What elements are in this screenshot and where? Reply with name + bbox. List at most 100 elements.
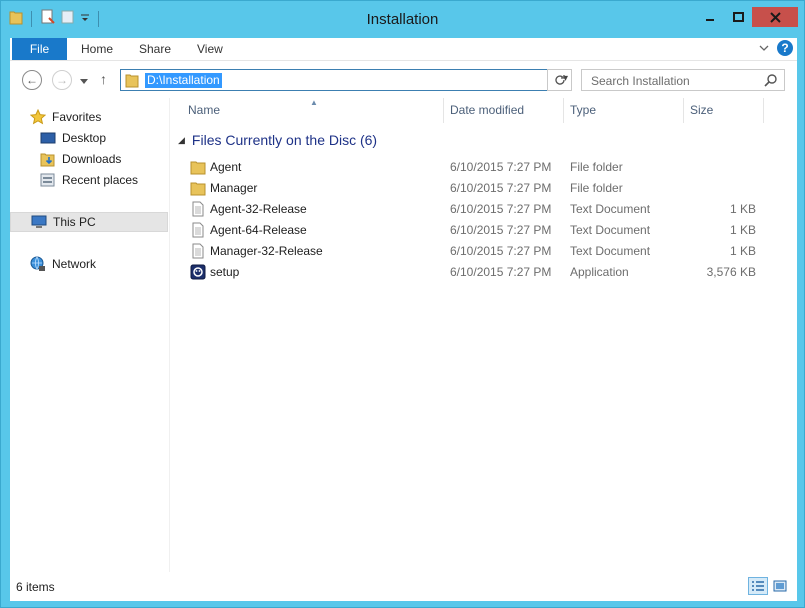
window-title: Installation [366,11,439,28]
file-date: 6/10/2015 7:27 PM [450,181,552,195]
file-type: Text Document [570,202,651,216]
file-size: 1 KB [729,223,756,237]
ribbon-right-controls: ? [759,40,793,56]
sidebar-item-network[interactable]: Network [10,254,168,274]
group-label: Files Currently on the Disc (6) [191,132,378,148]
details-view-icon [752,581,764,591]
status-bar: 6 items [10,572,797,601]
file-name: Manager-32-Release [210,244,323,258]
text-document-icon [190,201,206,217]
file-date: 6/10/2015 7:27 PM [450,223,552,237]
sidebar-item-this-pc[interactable]: This PC [10,212,168,232]
file-name: Manager [210,181,258,195]
text-document-icon [190,222,206,238]
large-icons-view-icon [773,580,787,592]
close-icon [769,11,781,23]
maximize-icon [732,12,744,22]
tab-view[interactable]: View [184,38,236,60]
item-count: 6 items [16,580,55,594]
downloads-icon [40,151,56,167]
forward-arrow-icon: → [56,73,68,87]
recent-places-icon [40,172,56,188]
search-icon[interactable] [764,73,778,90]
sidebar-item-label: Downloads [62,152,122,166]
file-size: 3,576 KB [706,265,756,279]
address-bar[interactable]: D:\Installation ▾ [120,69,572,91]
tab-share[interactable]: Share [126,38,184,60]
file-name: Agent-32-Release [210,202,307,216]
star-icon [30,109,46,125]
sidebar-item-label: Favorites [52,110,102,124]
file-list-pane[interactable]: ▲ Name Date modified Type Size ◢ Files C… [172,98,797,572]
up-arrow-icon[interactable]: ↑ [100,71,107,87]
sidebar-item-desktop[interactable]: Desktop [10,128,168,148]
file-size: 1 KB [729,202,756,216]
sidebar-item-label: Recent places [62,173,139,187]
minimize-icon [706,19,714,21]
group-header[interactable]: ◢ Files Currently on the Disc (6) [178,132,377,148]
recent-locations-icon[interactable] [80,74,88,88]
column-header-date-modified[interactable]: Date modified [444,98,564,123]
column-header-type[interactable]: Type [564,98,684,123]
file-date: 6/10/2015 7:27 PM [450,202,552,216]
sidebar-item-label: Network [52,257,97,271]
refresh-button[interactable] [547,69,572,91]
title-bar[interactable]: Installation [1,1,804,37]
column-header-name[interactable]: Name [182,98,444,123]
setup-app-icon [190,264,206,280]
file-row[interactable]: Manager 6/10/2015 7:27 PM File folder [172,178,772,199]
file-row[interactable]: setup 6/10/2015 7:27 PM Application 3,57… [172,262,772,283]
file-row[interactable]: Agent-64-Release 6/10/2015 7:27 PM Text … [172,220,772,241]
column-header-size[interactable]: Size [684,98,764,123]
file-row[interactable]: Agent-32-Release 6/10/2015 7:27 PM Text … [172,199,772,220]
file-date: 6/10/2015 7:27 PM [450,160,552,174]
refresh-icon [554,75,565,85]
sidebar-item-downloads[interactable]: Downloads [10,149,168,169]
tab-file[interactable]: File [12,38,67,60]
file-name: Agent-64-Release [210,223,307,237]
folder-icon [190,159,206,175]
search-placeholder: Search Installation [591,74,690,88]
sidebar-item-recent-places[interactable]: Recent places [10,170,168,190]
navigation-bar: ← → ↑ D:\Installation ▾ Search Installat… [10,60,797,98]
minimize-button[interactable] [696,7,724,27]
back-arrow-icon: ← [26,73,38,87]
expand-ribbon-icon[interactable] [759,41,769,55]
close-button[interactable] [752,7,798,27]
window-controls [696,7,798,27]
file-type: File folder [570,160,623,174]
tab-home[interactable]: Home [68,38,126,60]
large-icons-view-button[interactable] [770,577,790,595]
navigation-pane[interactable]: Favorites Desktop Downloads Recent place… [10,98,170,572]
search-input[interactable]: Search Installation [581,69,785,91]
file-row[interactable]: Agent 6/10/2015 7:27 PM File folder [172,157,772,178]
file-type: Text Document [570,244,651,258]
file-size: 1 KB [729,244,756,258]
help-button[interactable]: ? [777,40,793,56]
file-name: Agent [210,160,242,174]
folder-icon [190,180,206,196]
computer-icon [31,214,47,230]
sidebar-item-label: Desktop [62,131,107,145]
file-date: 6/10/2015 7:27 PM [450,244,552,258]
address-path[interactable]: D:\Installation [145,73,222,88]
forward-button[interactable]: → [52,70,72,90]
sidebar-item-label: This PC [53,215,96,229]
ribbon-tabs: File Home Share View ? [10,38,797,60]
details-view-button[interactable] [748,577,768,595]
file-date: 6/10/2015 7:27 PM [450,265,552,279]
file-row[interactable]: Manager-32-Release 6/10/2015 7:27 PM Tex… [172,241,772,262]
sidebar-item-favorites[interactable]: Favorites [10,107,168,127]
collapse-group-icon[interactable]: ◢ [178,135,185,146]
explorer-window: Installation File Home Share View ? ← → … [0,0,805,608]
file-type: Application [570,265,629,279]
file-name: setup [210,265,240,279]
back-button[interactable]: ← [22,70,42,90]
desktop-icon [40,130,56,146]
folder-icon [125,72,139,91]
main-area: Favorites Desktop Downloads Recent place… [10,98,797,572]
file-type: Text Document [570,223,651,237]
maximize-button[interactable] [724,7,752,27]
network-icon [30,256,46,272]
text-document-icon [190,243,206,259]
